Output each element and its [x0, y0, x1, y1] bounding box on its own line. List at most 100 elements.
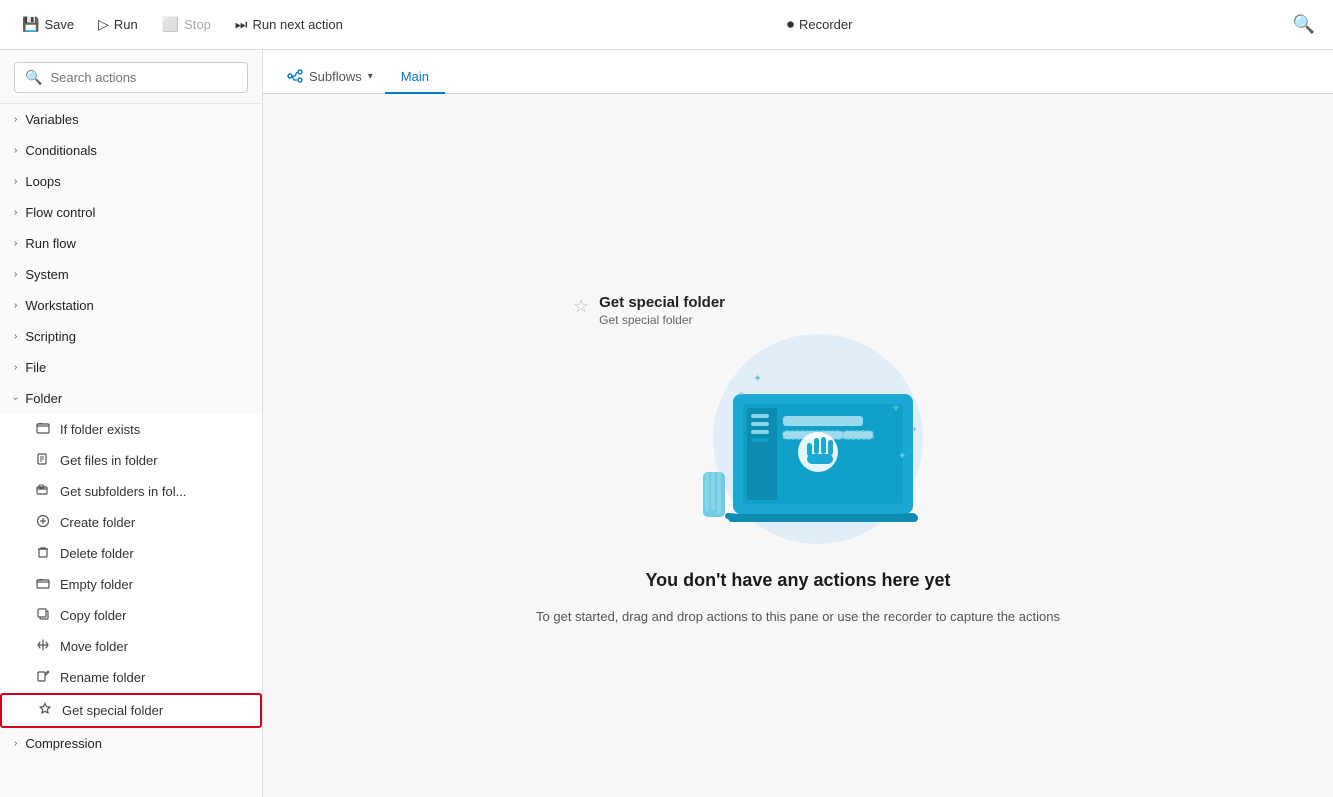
rename-icon	[36, 669, 52, 686]
sidebar-item-compression[interactable]: › Compression	[0, 728, 262, 759]
folder-icon	[36, 421, 52, 438]
chevron-down-icon: ▾	[368, 71, 373, 82]
category-label: Variables	[25, 112, 78, 127]
run-icon: ▷	[98, 16, 109, 33]
search-input[interactable]	[50, 70, 237, 85]
chevron-icon: ›	[14, 145, 17, 156]
chevron-icon: ›	[14, 300, 17, 311]
empty-folder-icon	[36, 576, 52, 593]
create-icon	[36, 514, 52, 531]
main-tab[interactable]: Main	[385, 61, 445, 94]
sidebar-header: 🔍	[0, 50, 262, 104]
sidebar-item-empty-folder[interactable]: Empty folder	[0, 569, 262, 600]
drag-hint-item: ☆ Get special folder Get special folder	[573, 294, 725, 327]
sidebar-item-conditionals[interactable]: › Conditionals	[0, 135, 262, 166]
main-tab-label: Main	[401, 69, 429, 84]
illustration: ✦ ✦ ✦ ✦ ✦	[643, 324, 953, 554]
folder-sub-items: If folder exists Get files in folder	[0, 414, 262, 728]
item-label: If folder exists	[60, 422, 140, 437]
item-label: Rename folder	[60, 670, 145, 685]
item-label: Copy folder	[60, 608, 126, 623]
sidebar-item-variables[interactable]: › Variables	[0, 104, 262, 135]
copy-icon	[36, 607, 52, 624]
chevron-icon: ›	[14, 331, 17, 342]
sidebar-item-folder[interactable]: › Folder	[0, 383, 262, 414]
item-label: Get special folder	[62, 703, 163, 718]
sidebar-item-copy-folder[interactable]: Copy folder	[0, 600, 262, 631]
sidebar-item-get-subfolders[interactable]: Get subfolders in fol...	[0, 476, 262, 507]
svg-text:✦: ✦	[898, 451, 906, 462]
sidebar-item-move-folder[interactable]: Move folder	[0, 631, 262, 662]
sidebar-item-system[interactable]: › System	[0, 259, 262, 290]
content-area: Subflows ▾ Main ☆ Get special folder Get…	[263, 50, 1333, 797]
sidebar-scroll: › Variables › Conditionals › Loops › Flo…	[0, 104, 262, 797]
subflows-tab-label: Subflows	[309, 69, 362, 84]
sidebar-item-run-flow[interactable]: › Run flow	[0, 228, 262, 259]
category-label: Flow control	[25, 205, 95, 220]
save-button[interactable]: 💾 Save	[12, 11, 84, 38]
save-label: Save	[44, 17, 74, 32]
run-button[interactable]: ▷ Run	[88, 11, 148, 38]
category-label: Loops	[25, 174, 60, 189]
category-label: System	[25, 267, 68, 282]
stop-button[interactable]: ⬜ Stop	[152, 11, 221, 38]
empty-state: ✦ ✦ ✦ ✦ ✦ You don't have any actions her…	[536, 324, 1060, 628]
search-toolbar-icon: 🔍	[1293, 14, 1315, 34]
sidebar-item-get-files[interactable]: Get files in folder	[0, 445, 262, 476]
main-layout: 🔍 › Variables › Conditionals › Loops ›	[0, 50, 1333, 797]
sidebar-item-if-folder-exists[interactable]: If folder exists	[0, 414, 262, 445]
chevron-icon: ›	[14, 269, 17, 280]
chevron-icon: ›	[14, 738, 17, 749]
drag-hint-title: Get special folder	[599, 294, 725, 311]
run-next-icon: ⏭	[235, 16, 248, 33]
subfolders-icon	[36, 483, 52, 500]
files-icon	[36, 452, 52, 469]
item-label: Move folder	[60, 639, 128, 654]
svg-text:✦: ✦	[911, 425, 918, 434]
svg-text:✦: ✦	[891, 401, 901, 415]
sidebar-item-flow-control[interactable]: › Flow control	[0, 197, 262, 228]
category-label: Folder	[25, 391, 62, 406]
sidebar-item-loops[interactable]: › Loops	[0, 166, 262, 197]
sidebar-item-workstation[interactable]: › Workstation	[0, 290, 262, 321]
stop-icon: ⬜	[162, 16, 179, 33]
sidebar-item-rename-folder[interactable]: Rename folder	[0, 662, 262, 693]
chevron-icon: ›	[14, 114, 17, 125]
sidebar-item-create-folder[interactable]: Create folder	[0, 507, 262, 538]
search-box: 🔍	[14, 62, 248, 93]
chevron-icon: ›	[14, 176, 17, 187]
sidebar-item-scripting[interactable]: › Scripting	[0, 321, 262, 352]
svg-text:✦: ✦	[753, 373, 762, 385]
item-label: Create folder	[60, 515, 135, 530]
category-label: Run flow	[25, 236, 76, 251]
sidebar-item-get-special-folder[interactable]: Get special folder	[0, 693, 262, 728]
category-label: Scripting	[25, 329, 76, 344]
item-label: Get files in folder	[60, 453, 158, 468]
category-label: Compression	[25, 736, 102, 751]
stop-label: Stop	[184, 17, 211, 32]
subflows-tab[interactable]: Subflows ▾	[275, 60, 385, 94]
category-label: Workstation	[25, 298, 93, 313]
chevron-icon: ›	[14, 207, 17, 218]
run-next-label: Run next action	[253, 17, 343, 32]
star-icon	[38, 702, 54, 719]
run-next-button[interactable]: ⏭ Run next action	[225, 11, 353, 38]
drag-hint-star: ☆	[573, 296, 589, 317]
sidebar-item-delete-folder[interactable]: Delete folder	[0, 538, 262, 569]
save-icon: 💾	[22, 16, 39, 33]
tabs-bar: Subflows ▾ Main	[263, 50, 1333, 94]
recorder-label: Recorder	[799, 17, 852, 32]
chevron-icon: ›	[14, 362, 17, 373]
recorder-button[interactable]: ⏺ Recorder	[777, 11, 862, 38]
chevron-icon: ›	[14, 238, 17, 249]
canvas: ☆ Get special folder Get special folder	[263, 94, 1333, 797]
empty-title: You don't have any actions here yet	[645, 570, 950, 591]
category-label: File	[25, 360, 46, 375]
item-label: Empty folder	[60, 577, 133, 592]
drag-hint-subtitle: Get special folder	[599, 313, 725, 327]
search-toolbar-button[interactable]: 🔍	[1287, 8, 1321, 41]
delete-icon	[36, 545, 52, 562]
sidebar: 🔍 › Variables › Conditionals › Loops ›	[0, 50, 263, 797]
search-icon: 🔍	[25, 69, 42, 86]
sidebar-item-file[interactable]: › File	[0, 352, 262, 383]
